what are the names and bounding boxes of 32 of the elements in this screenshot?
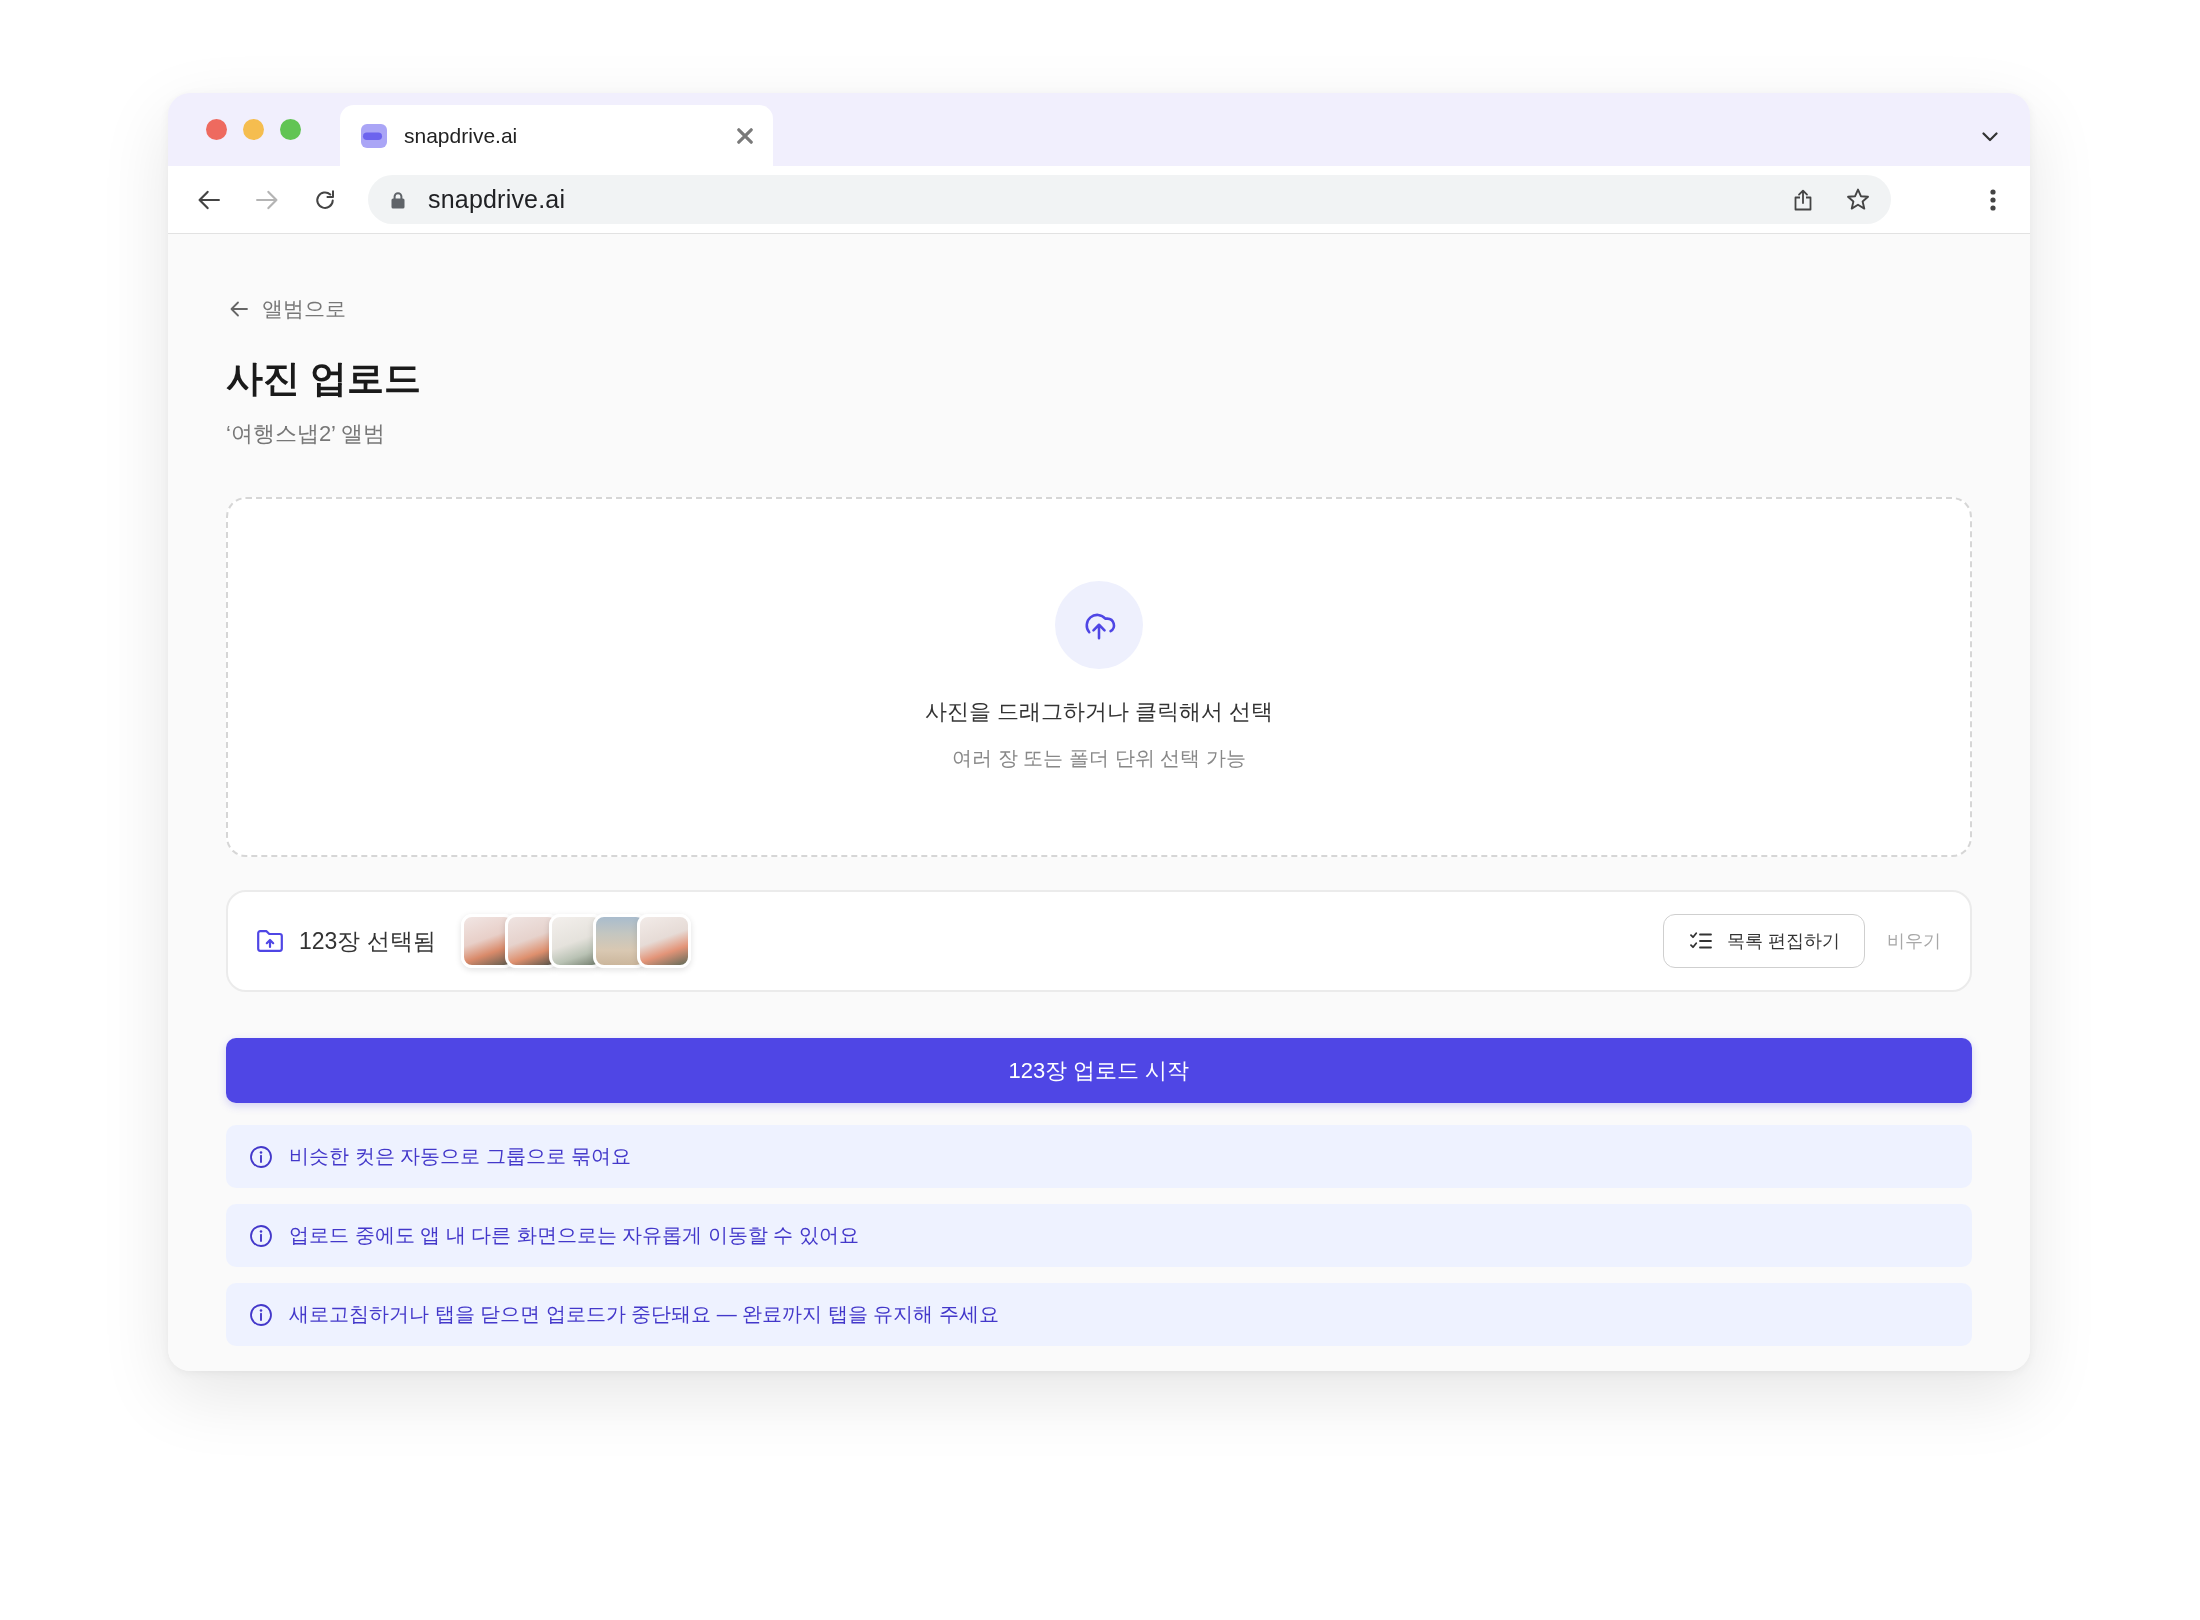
notice-text: 비슷한 컷은 자동으로 그룹으로 묶여요 [289,1144,632,1169]
edit-list-button[interactable]: 목록 편집하기 [1663,914,1865,968]
window-close-icon[interactable] [206,119,227,140]
page-title: 사진 업로드 [226,357,423,401]
arrow-left-icon [230,301,248,317]
drop-zone-hint: 여러 장 또는 폴더 단위 선택 가능 [952,746,1246,771]
back-arrow-icon[interactable] [198,189,220,210]
share-icon[interactable] [1794,188,1812,211]
back-link[interactable]: 앨범으로 [230,293,346,325]
notice-text: 새로고침하거나 탭을 닫으면 업로드가 중단돼요 — 완료까지 탭을 유지해 주세요 [289,1302,999,1327]
selection-count: 123장 선택됨 [299,926,436,956]
address-bar[interactable]: snapdrive.ai [368,175,1891,224]
photo-thumbnail [636,914,691,968]
lock-icon [391,190,405,209]
folder-upload-icon [257,930,283,952]
chevron-down-icon[interactable] [1982,131,1998,142]
notice-text: 업로드 중에도 앱 내 다른 화면으로는 자유롭게 이동할 수 있어요 [289,1223,859,1248]
info-icon [250,1224,272,1247]
app-logo-icon [361,123,387,148]
browser-tab[interactable]: snapdrive.ai [340,105,773,166]
more-menu-icon[interactable] [1990,188,1996,211]
drop-zone-title: 사진을 드래그하거나 클릭해서 선택 [924,698,1274,726]
reload-icon[interactable] [314,189,336,210]
album-subtitle: ‘여행스냅2’ 앨범 [226,420,387,448]
start-upload-button[interactable]: 123장 업로드 시작 [226,1038,1972,1103]
checklist-icon [1690,932,1712,950]
star-icon[interactable] [1846,188,1870,211]
info-icon [250,1145,272,1168]
cloud-upload-icon [1055,581,1143,669]
drop-zone[interactable]: 사진을 드래그하거나 클릭해서 선택 여러 장 또는 폴더 단위 선택 가능 [226,497,1972,857]
info-icon [250,1303,272,1326]
close-icon[interactable] [737,127,753,144]
